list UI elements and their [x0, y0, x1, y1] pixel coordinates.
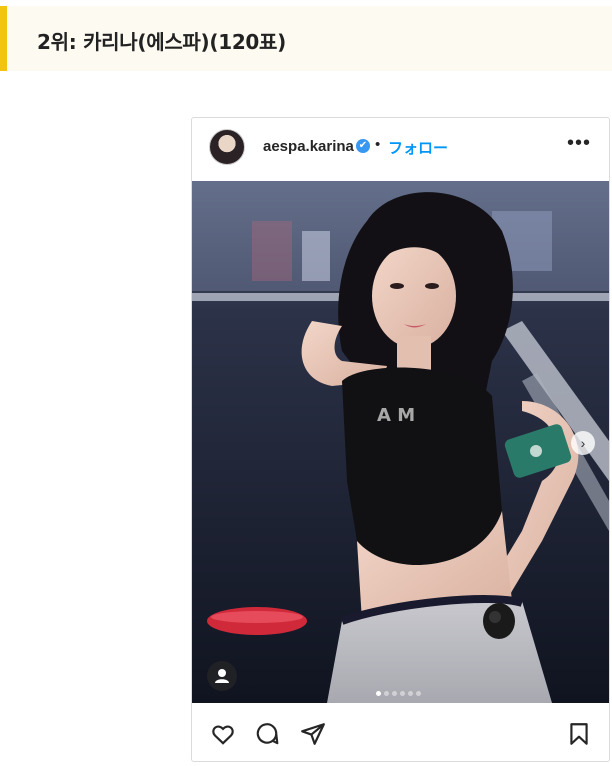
- post-actions: [192, 708, 609, 758]
- carousel-next-icon[interactable]: ›: [571, 431, 595, 455]
- carousel-indicator: [376, 683, 424, 696]
- carousel-dot: [400, 691, 405, 696]
- user-tag-icon[interactable]: [207, 661, 237, 691]
- rank-title: 2위: 카리나(에스파)(120표): [37, 30, 286, 54]
- username[interactable]: aespa.karina: [263, 138, 354, 155]
- instagram-embed: aespa.karina ✔ • フォロー ••• A M ›: [191, 117, 610, 762]
- separator-dot: •: [375, 136, 381, 153]
- follow-button[interactable]: フォロー: [388, 137, 448, 158]
- more-options-icon[interactable]: •••: [567, 132, 591, 155]
- post-photo[interactable]: A M ›: [192, 181, 609, 703]
- carousel-dot: [416, 691, 421, 696]
- share-icon[interactable]: [300, 721, 326, 747]
- svg-text:A M: A M: [377, 405, 415, 426]
- avatar[interactable]: [209, 129, 245, 165]
- rank-header: 2위: 카리나(에스파)(120표): [0, 6, 612, 71]
- carousel-dot: [384, 691, 389, 696]
- comment-icon[interactable]: [254, 721, 280, 747]
- carousel-dot: [392, 691, 397, 696]
- post-photo-image: A M: [192, 181, 609, 703]
- carousel-dot: [408, 691, 413, 696]
- bookmark-icon[interactable]: [566, 721, 592, 747]
- verified-badge-icon: ✔: [356, 139, 370, 153]
- post-header: aespa.karina ✔ • フォロー •••: [192, 118, 609, 180]
- heart-icon[interactable]: [210, 721, 236, 747]
- carousel-dot: [376, 691, 381, 696]
